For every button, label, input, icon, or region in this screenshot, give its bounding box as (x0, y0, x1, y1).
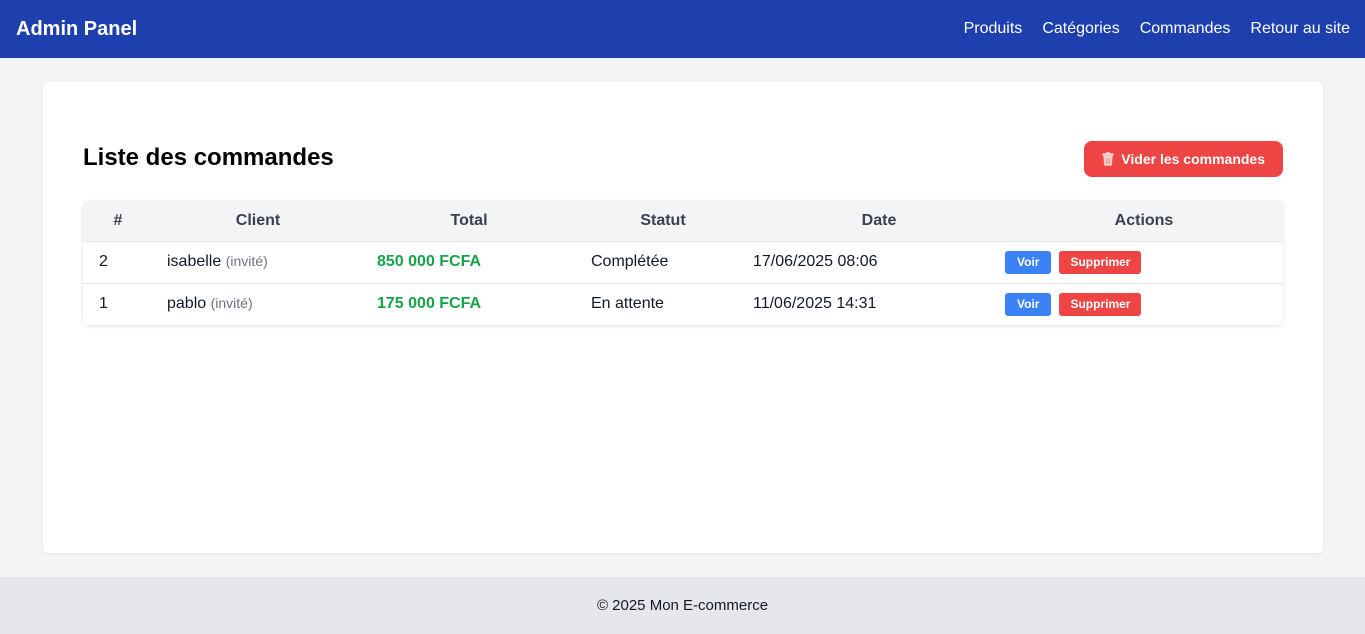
table-row: 2 isabelle (invité) 850 000 FCFA Complét… (83, 241, 1283, 283)
order-id: 2 (99, 253, 108, 270)
main-nav: Produits Catégories Commandes Retour au … (964, 20, 1350, 38)
nav-link-categories[interactable]: Catégories (1042, 20, 1119, 38)
table-row: 1 pablo (invité) 175 000 FCFA En attente… (83, 283, 1283, 325)
footer: © 2025 Mon E-commerce (0, 577, 1365, 634)
view-order-button[interactable]: Voir (1005, 250, 1052, 274)
column-header-actions: Actions (1114, 211, 1174, 229)
order-total: 175 000 FCFA (377, 295, 482, 313)
column-header-date: Date (861, 211, 897, 229)
view-order-button[interactable]: Voir (1005, 292, 1052, 316)
table-header-row: # Client Total Statut Date Actions (83, 201, 1283, 241)
clear-orders-button[interactable]: Vider les commandes (1084, 141, 1283, 177)
order-id: 1 (99, 295, 108, 313)
clear-orders-label: Vider les commandes (1121, 151, 1265, 167)
order-total: 850 000 FCFA (377, 253, 482, 270)
order-actions: Voir Supprimer (1005, 241, 1283, 283)
footer-copyright: © 2025 Mon E-commerce (596, 597, 769, 614)
order-actions: Voir Supprimer (1005, 283, 1283, 325)
order-client: pablo (invité) (153, 283, 363, 325)
column-header-status: Statut (640, 211, 686, 229)
client-name: isabelle (167, 253, 222, 270)
order-status: Complétée (591, 253, 669, 270)
order-date: 17/06/2025 08:06 (753, 253, 878, 270)
client-guest-tag: (invité) (210, 295, 253, 312)
nav-link-produits[interactable]: Produits (964, 20, 1023, 38)
top-navbar: Admin Panel Produits Catégories Commande… (0, 0, 1365, 58)
delete-order-button[interactable]: Supprimer (1059, 292, 1142, 316)
column-header-id: # (113, 211, 123, 229)
client-name: pablo (167, 295, 207, 313)
brand-title: Admin Panel (16, 17, 138, 40)
column-header-client: Client (235, 211, 281, 229)
nav-link-retour-site[interactable]: Retour au site (1250, 20, 1350, 38)
delete-order-button[interactable]: Supprimer (1059, 250, 1142, 274)
column-header-total: Total (450, 211, 488, 229)
page-title: Liste des commandes (83, 144, 334, 171)
order-date: 11/06/2025 14:31 (753, 295, 877, 313)
client-guest-tag: (invité) (225, 253, 268, 269)
orders-table: # Client Total Statut Date Actions 2 isa… (83, 201, 1283, 325)
orders-card: Liste des commandes Vider les commandes … (43, 82, 1323, 553)
nav-link-commandes[interactable]: Commandes (1140, 20, 1231, 38)
order-status: En attente (591, 295, 664, 313)
trash-icon (1102, 152, 1115, 166)
order-client: isabelle (invité) (153, 241, 363, 283)
